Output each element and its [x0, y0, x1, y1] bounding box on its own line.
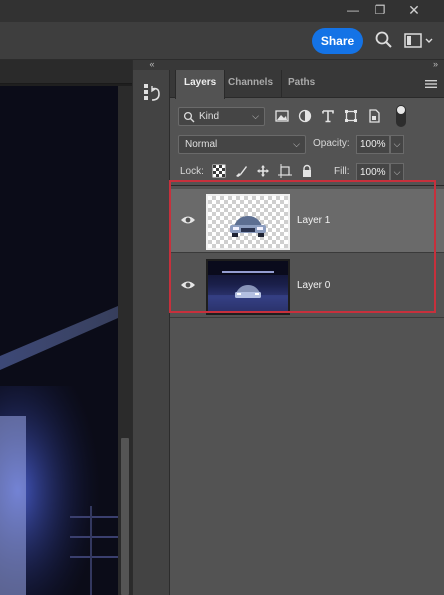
fill-label: Fill:	[334, 166, 350, 177]
chevron-down-icon: ⌵	[252, 111, 259, 121]
history-icon[interactable]	[139, 80, 165, 106]
lock-label: Lock:	[180, 166, 204, 177]
layer-thumbnail[interactable]	[206, 259, 290, 315]
eye-icon[interactable]	[180, 213, 196, 227]
document-tab-strip	[0, 60, 132, 84]
options-bar: Share	[0, 22, 444, 60]
panel-tab-bar: Layers Channels Paths	[170, 70, 444, 99]
vertical-scrollbar[interactable]	[118, 86, 132, 595]
transparency-checkerboard	[208, 196, 288, 248]
canvas-image-content	[0, 86, 118, 595]
background-photo-thumbnail	[208, 261, 288, 313]
lock-transparent-pixels-icon[interactable]	[212, 164, 226, 178]
collapsed-panels-dock: «	[132, 60, 171, 595]
minimize-button[interactable]: —	[342, 2, 364, 18]
blend-mode-dropdown[interactable]: Normal ⌵	[178, 135, 306, 154]
tab-layers[interactable]: Layers	[175, 70, 226, 99]
layers-panel: » Layers Channels Paths Kind ⌵ Normal ⌵ …	[170, 60, 444, 595]
pixel-layer-filter-icon[interactable]	[274, 108, 290, 124]
lock-all-icon[interactable]	[300, 164, 314, 178]
opacity-input[interactable]: 100%	[356, 135, 390, 154]
shape-layer-filter-icon[interactable]	[343, 108, 359, 124]
filter-kind-label: Kind	[199, 111, 220, 122]
panel-menu-icon[interactable]	[424, 78, 438, 90]
layer-row-layer-0[interactable]: Layer 0	[170, 254, 444, 318]
chevron-down-icon: ⌵	[293, 139, 300, 149]
layer-thumbnail[interactable]	[206, 194, 290, 250]
lock-artboard-icon[interactable]	[278, 164, 292, 178]
layers-list: Layer 1 Layer 0	[170, 185, 444, 595]
car-thumbnail-image	[230, 216, 266, 237]
blend-mode-value: Normal	[185, 139, 218, 150]
eye-icon[interactable]	[180, 278, 196, 292]
document-canvas[interactable]	[0, 60, 132, 595]
opacity-label: Opacity:	[313, 138, 350, 149]
smart-object-filter-icon[interactable]	[366, 108, 382, 124]
search-icon	[183, 111, 195, 123]
search-icon[interactable]	[374, 30, 394, 50]
toggle-knob	[397, 106, 405, 114]
expand-panels-icon[interactable]: «	[133, 60, 171, 70]
tab-channels[interactable]: Channels	[220, 70, 283, 98]
scrollbar-thumb[interactable]	[121, 438, 129, 595]
title-bar: — ❐ ✕	[0, 0, 444, 22]
restore-button[interactable]: ❐	[369, 2, 391, 18]
share-button[interactable]: Share	[312, 28, 363, 54]
close-button[interactable]: ✕	[403, 2, 425, 18]
filter-toggle-switch[interactable]	[396, 105, 406, 127]
filter-kind-dropdown[interactable]: Kind ⌵	[178, 107, 265, 126]
layer-name[interactable]: Layer 1	[297, 215, 330, 226]
workspace-switcher-icon[interactable]	[404, 32, 434, 50]
tab-paths[interactable]: Paths	[280, 70, 323, 98]
garage-scene-thumbnail-image	[208, 261, 288, 313]
layer-row-layer-1[interactable]: Layer 1	[170, 189, 444, 253]
lock-position-icon[interactable]	[256, 164, 270, 178]
collapse-panel-icon[interactable]: »	[170, 60, 444, 70]
lock-image-pixels-icon[interactable]	[234, 164, 248, 178]
fill-dropdown-button[interactable]: ⌵	[390, 163, 404, 182]
fill-input[interactable]: 100%	[356, 163, 390, 182]
adjustment-layer-filter-icon[interactable]	[297, 108, 313, 124]
type-layer-filter-icon[interactable]	[320, 108, 336, 124]
canvas-image[interactable]	[0, 86, 118, 595]
opacity-dropdown-button[interactable]: ⌵	[390, 135, 404, 154]
layer-name[interactable]: Layer 0	[297, 280, 330, 291]
